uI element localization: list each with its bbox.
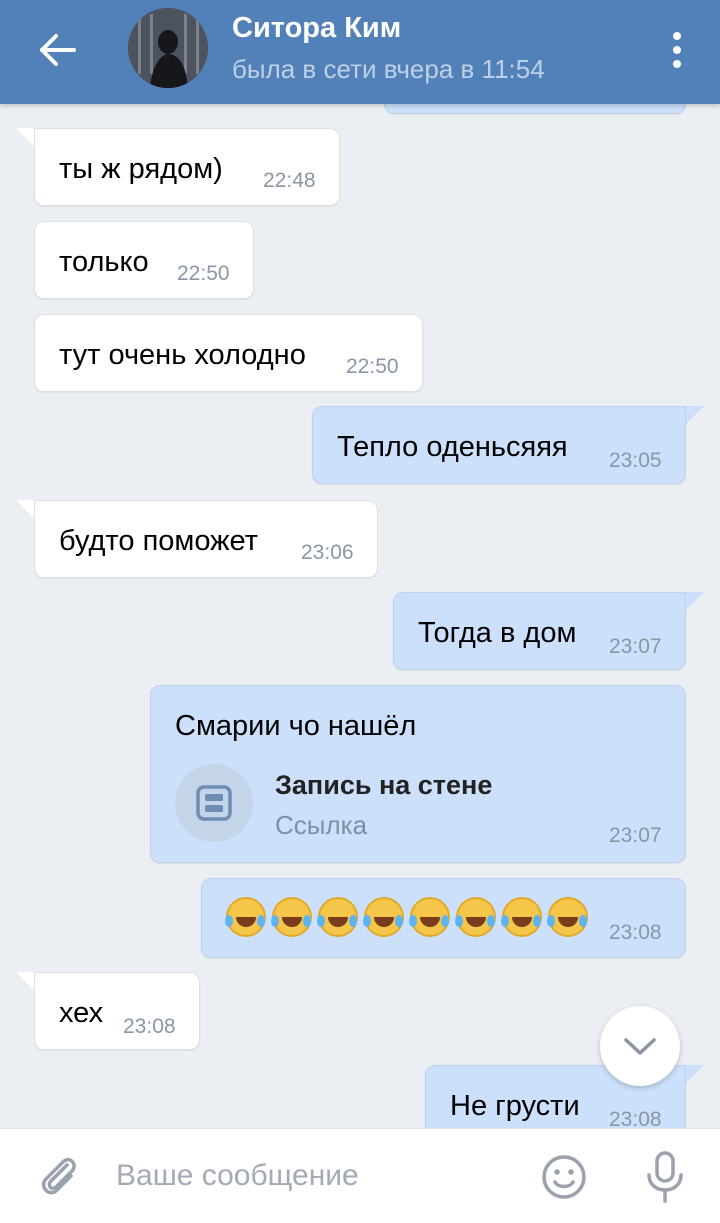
message-bubble-incoming[interactable]: будто поможет 23:06 bbox=[34, 500, 378, 578]
rolling-on-floor-laughing-emoji bbox=[271, 897, 312, 937]
message-input[interactable]: Ваше сообщение bbox=[116, 1159, 359, 1193]
message-text: хех bbox=[59, 997, 104, 1029]
message-bubble-incoming[interactable]: хех 23:08 bbox=[34, 972, 200, 1050]
tears-of-joy-emoji bbox=[547, 897, 588, 937]
message-text: тут очень холодно bbox=[59, 339, 306, 371]
message-bubble-outgoing[interactable]: Тогда в дом 23:07 bbox=[393, 592, 686, 670]
message-bubble-outgoing[interactable]: Смарии чо нашёл Запись на стене Ссылка 2… bbox=[150, 685, 686, 863]
bubble-tail bbox=[684, 1065, 704, 1085]
message-text: Тогда в дом bbox=[418, 617, 577, 649]
dot-icon bbox=[673, 60, 681, 68]
scroll-down-button[interactable] bbox=[600, 1006, 680, 1086]
avatar[interactable] bbox=[128, 8, 208, 88]
dot-icon bbox=[673, 46, 681, 54]
message-time: 22:48 bbox=[263, 169, 316, 192]
last-seen-status: была в сети вчера в 11:54 bbox=[232, 54, 545, 84]
tears-of-joy-emoji bbox=[501, 897, 542, 937]
message-time: 22:50 bbox=[346, 355, 399, 378]
arrow-left-icon bbox=[40, 34, 76, 66]
tears-of-joy-emoji bbox=[409, 897, 450, 937]
message-list[interactable]: ты ж рядом) 22:48 только 22:50 тут очень… bbox=[0, 0, 720, 1128]
contact-name[interactable]: Ситора Ким bbox=[232, 12, 401, 45]
chat-header: Ситора Ким была в сети вчера в 11:54 bbox=[0, 0, 720, 104]
message-bubble-incoming[interactable]: ты ж рядом) 22:48 bbox=[34, 128, 340, 206]
message-time: 22:50 bbox=[177, 262, 230, 285]
rolling-on-floor-laughing-emoji bbox=[225, 897, 266, 937]
bubble-tail bbox=[16, 972, 36, 992]
message-time: 23:05 bbox=[609, 449, 662, 472]
message-composer: Ваше сообщение bbox=[0, 1128, 720, 1223]
tears-of-joy-emoji bbox=[317, 897, 358, 937]
dot-icon bbox=[673, 32, 681, 40]
wall-post-icon[interactable] bbox=[175, 764, 253, 842]
message-time: 23:08 bbox=[609, 921, 662, 944]
message-time: 23:07 bbox=[609, 824, 662, 847]
chevron-down-icon bbox=[624, 1038, 656, 1055]
attachment-title[interactable]: Запись на стене bbox=[275, 770, 492, 801]
microphone-icon bbox=[647, 1151, 683, 1203]
smile-icon bbox=[542, 1155, 586, 1199]
message-bubble-incoming[interactable]: тут очень холодно 22:50 bbox=[34, 314, 423, 392]
message-text: будто поможет bbox=[59, 525, 258, 557]
back-button[interactable] bbox=[30, 22, 86, 78]
attach-button[interactable] bbox=[34, 1151, 84, 1201]
emoji-button[interactable] bbox=[540, 1153, 588, 1201]
message-time: 23:08 bbox=[609, 1108, 662, 1128]
bubble-tail bbox=[684, 406, 704, 426]
message-text: Тепло оденьсяяя bbox=[337, 431, 568, 463]
message-text: Смарии чо нашёл bbox=[175, 710, 417, 742]
emoji-row bbox=[225, 897, 588, 937]
tears-of-joy-emoji bbox=[363, 897, 404, 937]
paperclip-icon bbox=[41, 1157, 76, 1195]
bubble-tail bbox=[684, 592, 704, 612]
bubble-tail bbox=[16, 500, 36, 520]
message-text: Не грусти bbox=[450, 1090, 580, 1122]
bubble-tail bbox=[16, 128, 36, 148]
message-time: 23:06 bbox=[301, 541, 354, 564]
tears-of-joy-emoji bbox=[455, 897, 496, 937]
more-menu-button[interactable] bbox=[660, 26, 694, 74]
message-time: 23:08 bbox=[123, 1015, 176, 1038]
voice-message-button[interactable] bbox=[640, 1149, 690, 1205]
message-text: только bbox=[59, 246, 149, 278]
message-bubble-incoming[interactable]: только 22:50 bbox=[34, 221, 254, 299]
message-bubble-outgoing[interactable]: 23:08 bbox=[201, 878, 686, 958]
message-bubble-outgoing[interactable]: Тепло оденьсяяя 23:05 bbox=[312, 406, 686, 484]
message-text: ты ж рядом) bbox=[59, 153, 223, 185]
attachment-subtitle: Ссылка bbox=[275, 810, 368, 840]
message-time: 23:07 bbox=[609, 635, 662, 658]
